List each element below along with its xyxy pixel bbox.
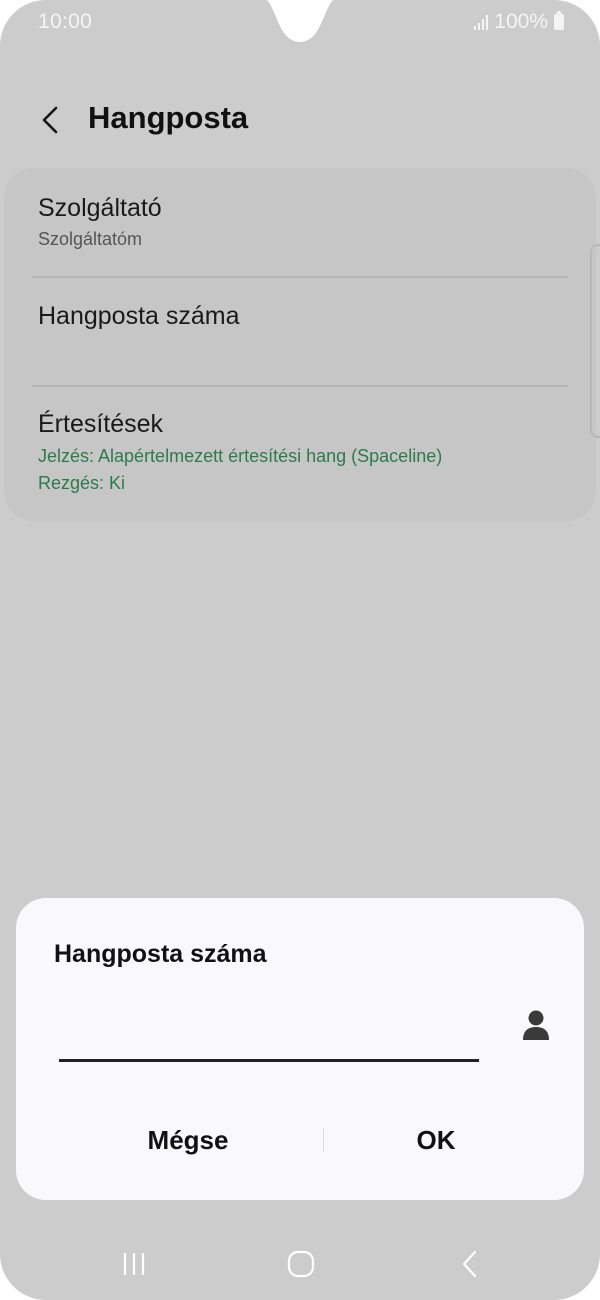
divider xyxy=(32,385,568,387)
setting-notifications-title: Értesítések xyxy=(38,410,164,438)
navigation-bar xyxy=(0,1236,600,1292)
battery-percent: 100% xyxy=(494,10,548,33)
status-icons: 100% xyxy=(474,10,564,34)
dialog-title: Hangposta száma xyxy=(54,940,267,968)
cancel-button[interactable]: Mégse xyxy=(88,1120,288,1160)
voicemail-number-input[interactable] xyxy=(59,1016,479,1062)
chevron-left-icon[interactable] xyxy=(30,98,70,142)
voicemail-number-dialog: Hangposta száma Mégse OK xyxy=(16,898,584,1200)
status-bar: 10:00 100% xyxy=(0,0,600,48)
home-icon[interactable] xyxy=(271,1244,331,1284)
setting-notifications-sound: Jelzés: Alapértelmezett értesítési hang … xyxy=(38,446,443,466)
setting-voicemail-number[interactable]: Hangposta száma xyxy=(38,302,568,331)
setting-notifications-vibration: Rezgés: Ki xyxy=(38,473,126,493)
divider xyxy=(32,276,568,278)
camera-notch xyxy=(266,0,334,42)
back-arrow-icon[interactable] xyxy=(440,1244,500,1284)
signal-icon xyxy=(474,14,489,30)
setting-provider-title: Szolgáltató xyxy=(38,194,162,222)
setting-provider-value: Szolgáltatóm xyxy=(38,229,143,249)
ok-button[interactable]: OK xyxy=(336,1120,536,1160)
battery-icon xyxy=(554,11,564,30)
setting-notifications[interactable]: Értesítések Jelzés: Alapértelmezett érte… xyxy=(38,410,568,497)
setting-provider[interactable]: Szolgáltató Szolgáltatóm xyxy=(38,194,568,250)
recents-icon[interactable] xyxy=(104,1244,164,1284)
phone-screen: 10:00 100% Hangposta Szolgáltató Szolgál… xyxy=(0,0,600,1300)
status-time: 10:00 xyxy=(38,10,93,33)
person-icon[interactable] xyxy=(516,1006,556,1046)
scrollbar-handle[interactable] xyxy=(590,244,600,438)
button-divider xyxy=(323,1128,324,1152)
settings-card: Szolgáltató Szolgáltatóm Hangposta száma… xyxy=(4,168,596,521)
page-title: Hangposta xyxy=(88,100,249,135)
app-header: Hangposta xyxy=(0,90,600,150)
setting-voicemail-number-title: Hangposta száma xyxy=(38,302,240,330)
